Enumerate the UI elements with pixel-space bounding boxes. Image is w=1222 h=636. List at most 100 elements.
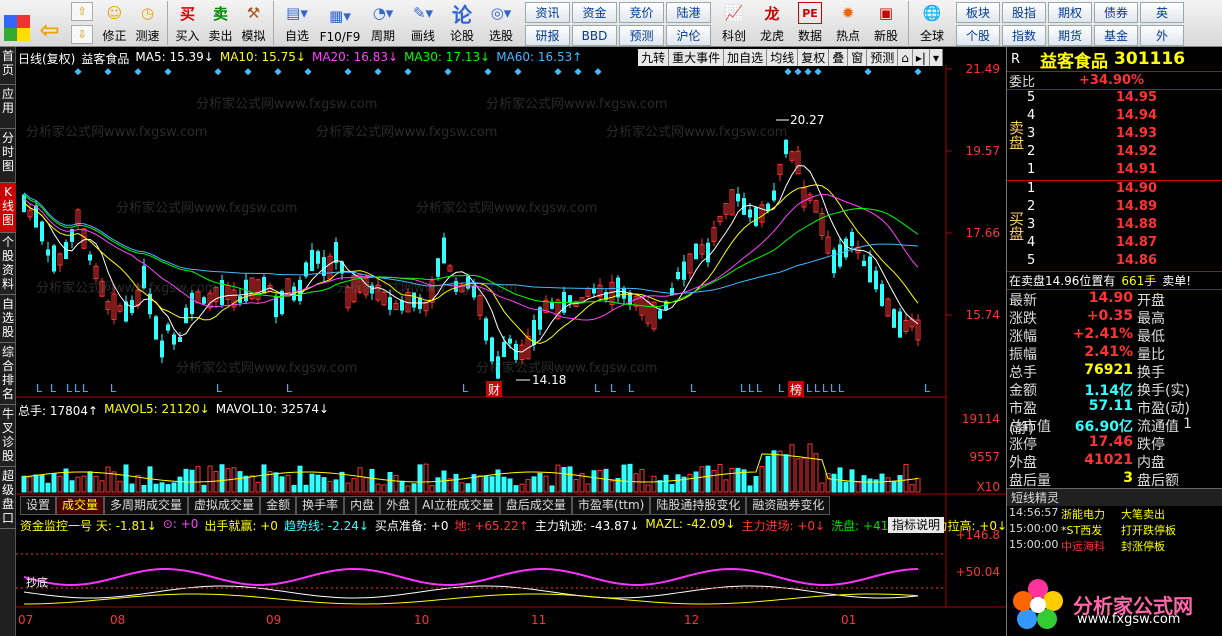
sell-button[interactable]: 卖 卖出	[204, 0, 237, 46]
tab-hk-holding[interactable]: 陆股通持股变化	[650, 496, 747, 515]
tab-multi-period-volume[interactable]: 多周期成交量	[104, 496, 189, 515]
candle-body	[178, 336, 182, 343]
tab-profile[interactable]: 个股资料	[0, 233, 16, 295]
sector-button[interactable]: 板块	[956, 2, 1000, 23]
auction-button[interactable]: 竞价	[619, 2, 664, 23]
quote-table: 最新 14.90 开盘 涨跌 +0.35 最高 涨幅 +2.41% 最低 振幅 2.41% 量比 总手 7…	[1007, 289, 1222, 489]
volume-bar	[573, 479, 579, 493]
buy-level[interactable]: 3 14.88	[1025, 217, 1222, 235]
sell-level[interactable]: 5 14.95	[1025, 90, 1222, 108]
chart-icon: 📈	[724, 4, 744, 22]
indicator-f8: 主力进场: +0↓	[741, 519, 826, 533]
news-item[interactable]: 15:00:00 *ST西发 打开跌停板	[1007, 522, 1222, 538]
discuss-button[interactable]: 论 论股	[443, 0, 481, 46]
indicator-help-button[interactable]: 指标说明	[888, 517, 945, 533]
kline-chart-area[interactable]: LLLLLLLLLLLLLLLLLLLLLLL 分析家公式网www.fxgsw.…	[16, 47, 1007, 636]
tab-virtual-volume[interactable]: 虚拟成交量	[188, 496, 261, 515]
forex-button[interactable]: 外	[1140, 25, 1184, 46]
down-arrow-icon[interactable]: ⇩	[71, 25, 93, 44]
fix-button[interactable]: ☺ 修正	[98, 0, 131, 46]
tab-apps[interactable]: 应用	[0, 85, 16, 129]
forecast-button[interactable]: 预测	[619, 25, 664, 46]
funds-button[interactable]: 基金	[1094, 25, 1138, 46]
hk-connect-button[interactable]: 陆港	[666, 2, 711, 23]
tab-outer[interactable]: 外盘	[380, 496, 417, 515]
hot-button[interactable]: ✹ 热点	[829, 0, 867, 46]
indices-button[interactable]: 指数	[1002, 25, 1046, 46]
lock-icon[interactable]: ⌂	[898, 49, 913, 66]
stock-pick-button[interactable]: ◎▾ 选股	[481, 0, 521, 46]
stocks-button[interactable]: 个股	[956, 25, 1000, 46]
dragon-tiger-button[interactable]: 龙 龙虎	[753, 0, 791, 46]
news-item[interactable]: 15:00:00 中远海科 封涨停板	[1007, 538, 1222, 554]
tab-watchlist[interactable]: 自选股	[0, 295, 16, 343]
tab-ai-volume[interactable]: AI立桩成交量	[416, 496, 500, 515]
back-button[interactable]: ⇦	[33, 0, 66, 46]
tab-kline[interactable]: K线图	[0, 183, 16, 233]
buy-level[interactable]: 1 14.90	[1025, 181, 1222, 199]
tab-margin[interactable]: 融资融券变化	[746, 496, 831, 515]
uk-button[interactable]: 英	[1140, 2, 1184, 23]
menu-down-icon[interactable]: ▾	[929, 49, 943, 66]
volume-bar	[183, 468, 189, 493]
ma-button[interactable]: 均线	[767, 49, 799, 66]
adjust-button[interactable]: 复权	[798, 49, 830, 66]
data-button[interactable]: PE 数据	[791, 0, 829, 46]
window-button[interactable]: 窗	[848, 49, 868, 66]
star-market-button[interactable]: 📈 科创	[715, 0, 753, 46]
sell-level[interactable]: 4 14.94	[1025, 108, 1222, 126]
indicator-header: 资金监控一号 天: -1.81↓ ⊙: +0 出手就赢: +0 趋势线: -2.…	[20, 517, 1007, 533]
collapse-icon[interactable]: ▸|	[912, 49, 930, 66]
volume-bar	[213, 470, 219, 493]
tab-timeshare[interactable]: 分时图	[0, 129, 16, 183]
draw-line-button[interactable]: ✎▾ 画线	[403, 0, 443, 46]
tab-super-orderbook[interactable]: 超级盘口	[0, 467, 16, 529]
options-button[interactable]: 期权	[1048, 2, 1092, 23]
buy-level[interactable]: 4 14.87	[1025, 235, 1222, 253]
tab-home[interactable]: 首页	[0, 47, 16, 85]
period-button[interactable]: ◔▾ 周期	[363, 0, 403, 46]
tab-inner[interactable]: 内盘	[344, 496, 381, 515]
tab-ranking[interactable]: 综合排名	[0, 343, 16, 405]
watermark: 分析家公式网www.fxgsw.com	[196, 97, 378, 112]
futures-button[interactable]: 期货	[1048, 25, 1092, 46]
index-futures-button[interactable]: 股指	[1002, 2, 1046, 23]
news-item[interactable]: 14:56:57 浙能电力 大笔卖出	[1007, 506, 1222, 522]
l-marker: L	[462, 382, 469, 395]
fund-button[interactable]: 资金	[572, 2, 617, 23]
volume-bar	[315, 474, 321, 493]
up-arrow-icon[interactable]: ⇧	[71, 2, 93, 21]
info-button[interactable]: 资讯	[525, 2, 570, 23]
volume-bar	[783, 454, 789, 493]
tab-turnover[interactable]: 换手率	[296, 496, 345, 515]
add-watchlist-button[interactable]: 加自选	[724, 49, 768, 66]
tab-volume[interactable]: 成交量	[56, 496, 105, 515]
f10-button[interactable]: ▦▾ F10/F9	[317, 0, 363, 46]
volume-bar	[459, 482, 465, 493]
tab-settings[interactable]: 设置	[20, 496, 57, 515]
ipo-button[interactable]: ▣ 新股	[867, 0, 905, 46]
tab-pe-ttm[interactable]: 市盈率(ttm)	[571, 496, 651, 515]
bbd-button[interactable]: BBD	[572, 25, 617, 46]
overlay-button[interactable]: 叠	[829, 49, 849, 66]
tab-diagnosis[interactable]: 牛叉诊股	[0, 405, 16, 467]
menu-button[interactable]	[0, 0, 33, 46]
watchlist-button[interactable]: ▤▾ 自选	[277, 0, 317, 46]
simulate-button[interactable]: ⚒ 模拟	[237, 0, 270, 46]
nine-turn-button[interactable]: 九转	[638, 49, 670, 66]
global-button[interactable]: 🌐 全球	[912, 0, 952, 46]
research-button[interactable]: 研报	[525, 25, 570, 46]
sell-level[interactable]: 1 14.91	[1025, 162, 1222, 180]
buy-level[interactable]: 5 14.86	[1025, 253, 1222, 271]
buy-button[interactable]: 买 买入	[171, 0, 204, 46]
tab-amount[interactable]: 金额	[260, 496, 297, 515]
buy-level[interactable]: 2 14.89	[1025, 199, 1222, 217]
major-events-button[interactable]: 重大事件	[669, 49, 725, 66]
bonds-button[interactable]: 债券	[1094, 2, 1138, 23]
sell-level[interactable]: 2 14.92	[1025, 144, 1222, 162]
sell-level[interactable]: 3 14.93	[1025, 126, 1222, 144]
tab-after-hours-volume[interactable]: 盘后成交量	[499, 496, 572, 515]
predict-button[interactable]: 预测	[867, 49, 899, 66]
sh-london-button[interactable]: 沪伦	[666, 25, 711, 46]
speed-test-button[interactable]: ◷ 测速	[131, 0, 164, 46]
